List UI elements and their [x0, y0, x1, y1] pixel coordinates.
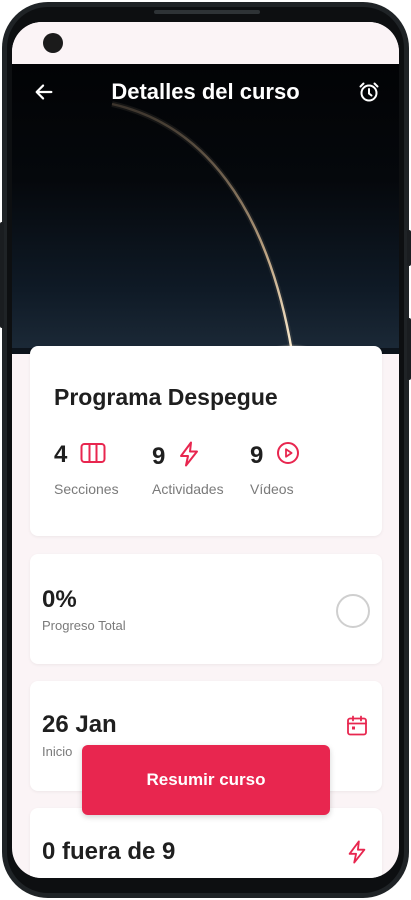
sections-icon: [80, 442, 106, 469]
start-date-label: Inicio: [42, 744, 73, 759]
progress-value: 0%: [42, 586, 77, 613]
stat-videos: 9 Vídeos: [250, 441, 300, 497]
activities-count: 9: [152, 442, 166, 470]
front-camera: [43, 33, 63, 53]
start-date-value: 26 Jan: [42, 711, 117, 738]
course-title: Programa Despegue: [54, 384, 278, 410]
bolt-icon: [178, 441, 200, 472]
sections-label: Secciones: [54, 481, 119, 497]
side-button-top: [407, 230, 411, 266]
app-bar: Detalles del curso: [12, 64, 399, 120]
sections-count: 4: [54, 441, 68, 468]
progress-ring: [336, 594, 370, 628]
page-title: Detalles del curso: [111, 79, 300, 104]
volume-button: [0, 222, 4, 328]
bolt-icon: [346, 840, 368, 869]
progress-card: 0% Progreso Total: [30, 554, 382, 664]
calendar-icon: [346, 715, 368, 742]
resume-course-button[interactable]: Resumir curso: [82, 745, 330, 815]
progress-label: Progreso Total: [42, 618, 126, 633]
play-circle-icon: [276, 441, 300, 470]
activities-done-value: 0 fuera de 9: [42, 838, 176, 865]
power-button: [407, 318, 411, 380]
stat-activities: 9 Actividades: [152, 441, 224, 497]
app-screen: Detalles del curso Programa Despegue 4 S…: [12, 22, 399, 878]
videos-label: Vídeos: [250, 481, 294, 497]
alarm-clock-icon: [359, 82, 379, 102]
videos-count: 9: [250, 441, 264, 469]
stat-sections: 4 Secciones: [54, 441, 119, 497]
status-bar: [12, 22, 399, 64]
course-summary-card: Programa Despegue 4 Secciones 9 Activida…: [30, 346, 382, 536]
activities-label: Actividades: [152, 481, 224, 497]
activities-card: 0 fuera de 9: [30, 808, 382, 878]
alarm-button[interactable]: [355, 78, 383, 106]
speaker-grille: [154, 10, 260, 14]
